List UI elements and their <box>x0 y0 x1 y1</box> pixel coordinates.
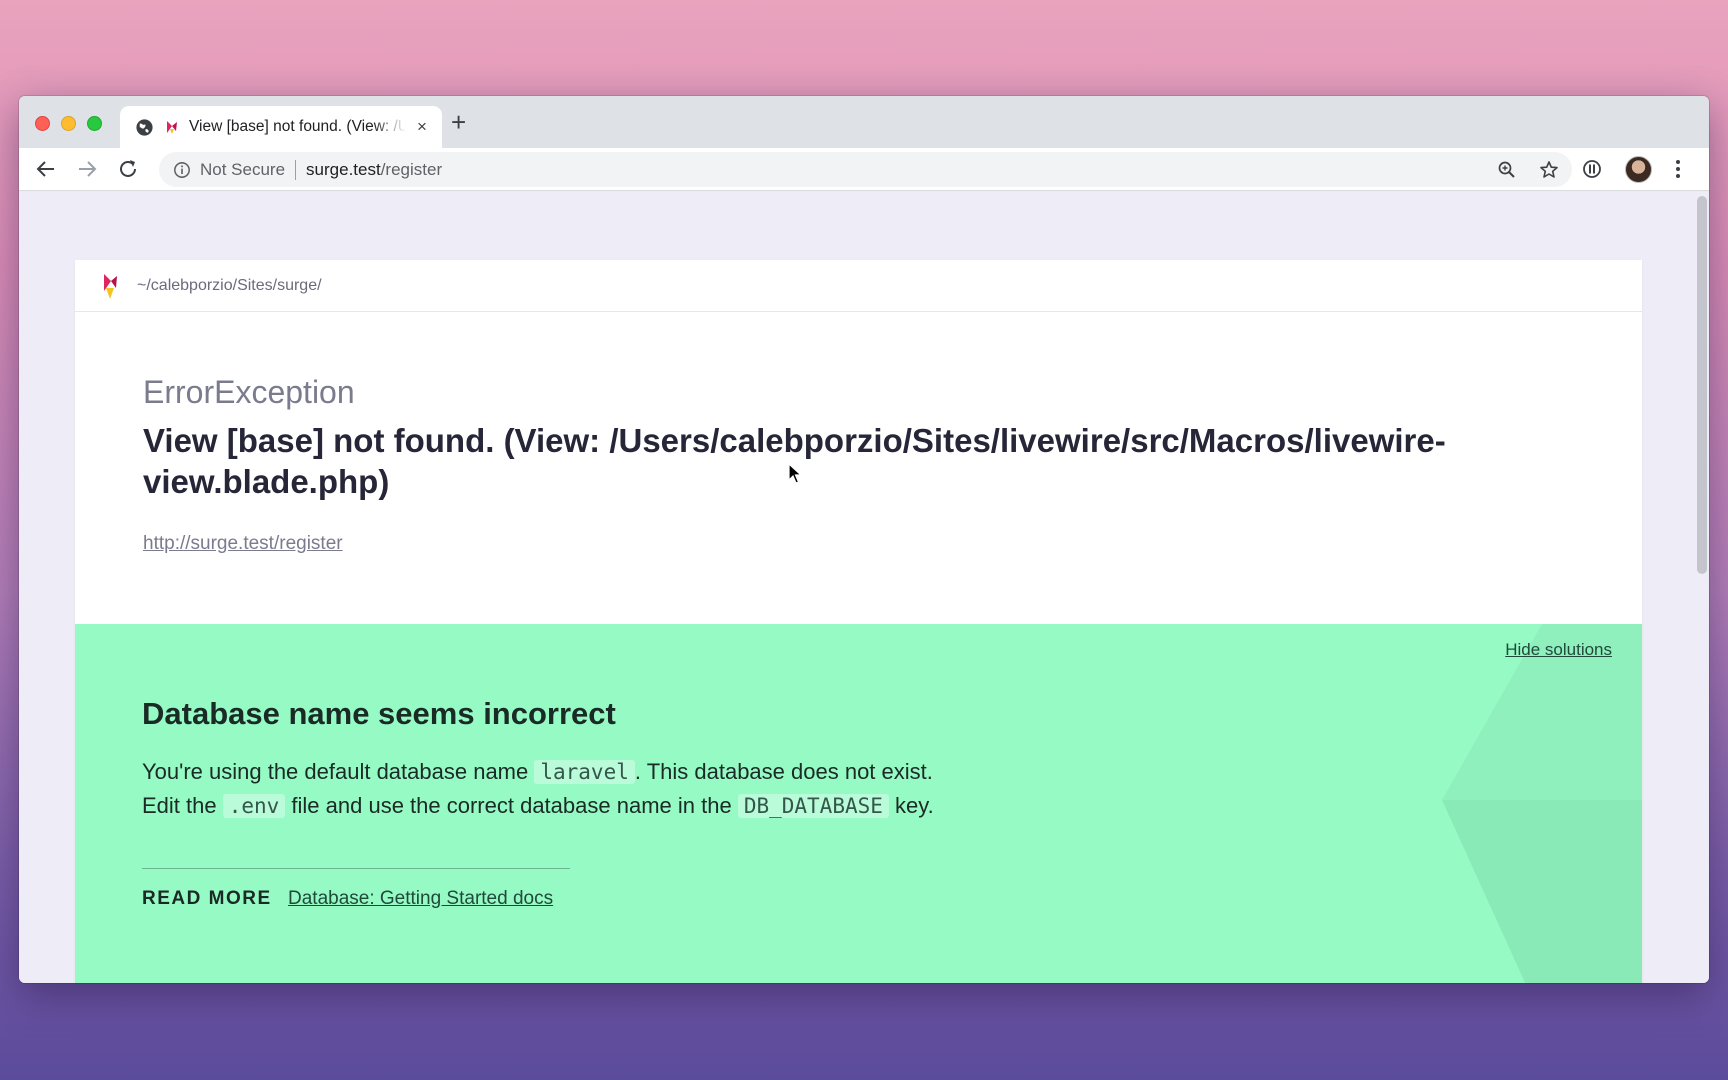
zoom-window-button[interactable] <box>87 116 102 131</box>
code-env: .env <box>222 794 286 818</box>
info-icon[interactable] <box>173 161 191 179</box>
code-db-database: DB_DATABASE <box>737 794 889 818</box>
plus-icon[interactable]: + <box>451 109 466 135</box>
tab-title: View [base] not found. (View: /Users/cal… <box>189 118 406 135</box>
omnibox-divider <box>295 159 297 180</box>
divider <box>142 868 570 869</box>
error-card: ~/calebporzio/Sites/surge/ ErrorExceptio… <box>75 260 1642 983</box>
solution-line-2: Edit the .env file and use the correct d… <box>142 789 934 823</box>
solution-panel: Hide solutions Database name seems incor… <box>75 624 1642 983</box>
zoom-icon[interactable] <box>1497 160 1517 180</box>
solution-description: You're using the default database name l… <box>142 755 934 823</box>
code-laravel: laravel <box>534 760 635 784</box>
url-path: /register <box>380 159 443 179</box>
ignition-favicon <box>167 121 177 134</box>
hide-solutions-link[interactable]: Hide solutions <box>1505 640 1612 660</box>
back-arrow-icon[interactable] <box>34 157 58 181</box>
kebab-menu-icon[interactable] <box>1675 157 1681 181</box>
avatar[interactable] <box>1625 156 1652 183</box>
browser-window: View [base] not found. (View: /Users/cal… <box>19 96 1709 983</box>
star-icon[interactable] <box>1539 160 1559 180</box>
toolbar: Not Secure surge.test/register <box>19 148 1709 191</box>
request-url-link[interactable]: http://surge.test/register <box>143 533 343 555</box>
forward-arrow-icon[interactable] <box>75 157 99 181</box>
text-segment: You're using the default database name <box>142 759 535 784</box>
security-label[interactable]: Not Secure <box>200 160 285 180</box>
solution-line-1: You're using the default database name l… <box>142 755 934 789</box>
exception-type: ErrorException <box>143 374 355 410</box>
globe-icon <box>136 118 153 136</box>
scrollbar[interactable] <box>1697 196 1707 574</box>
ignition-logo[interactable] <box>101 272 119 300</box>
solution-decoration <box>1442 624 1642 983</box>
solution-title: Database name seems incorrect <box>142 696 616 731</box>
reload-icon[interactable] <box>116 157 140 181</box>
page-viewport: ~/calebporzio/Sites/surge/ ErrorExceptio… <box>19 192 1709 983</box>
card-header: ~/calebporzio/Sites/surge/ <box>75 260 1642 312</box>
active-tab[interactable]: View [base] not found. (View: /Users/cal… <box>120 106 442 148</box>
mouse-cursor-icon <box>788 463 802 484</box>
exception-section: ErrorException View [base] not found. (V… <box>75 312 1642 555</box>
minimize-window-button[interactable] <box>61 116 76 131</box>
text-segment: . This database does not exist. <box>634 759 933 784</box>
address-bar[interactable]: Not Secure surge.test/register <box>159 152 1572 187</box>
text-segment: file and use the correct database name i… <box>285 793 738 818</box>
docs-link[interactable]: Database: Getting Started docs <box>288 888 553 910</box>
close-icon[interactable]: × <box>414 117 430 137</box>
exception-message: View [base] not found. (View: /Users/cal… <box>143 422 1446 500</box>
project-path: ~/calebporzio/Sites/surge/ <box>137 276 322 294</box>
close-window-button[interactable] <box>35 116 50 131</box>
read-more-label: READ MORE <box>142 888 272 909</box>
url-host: surge.test <box>306 159 381 179</box>
text-segment: Edit the <box>142 793 223 818</box>
password-manager-icon[interactable] <box>1582 159 1602 179</box>
text-segment: key. <box>888 793 934 818</box>
tab-bar: View [base] not found. (View: /Users/cal… <box>19 96 1709 148</box>
